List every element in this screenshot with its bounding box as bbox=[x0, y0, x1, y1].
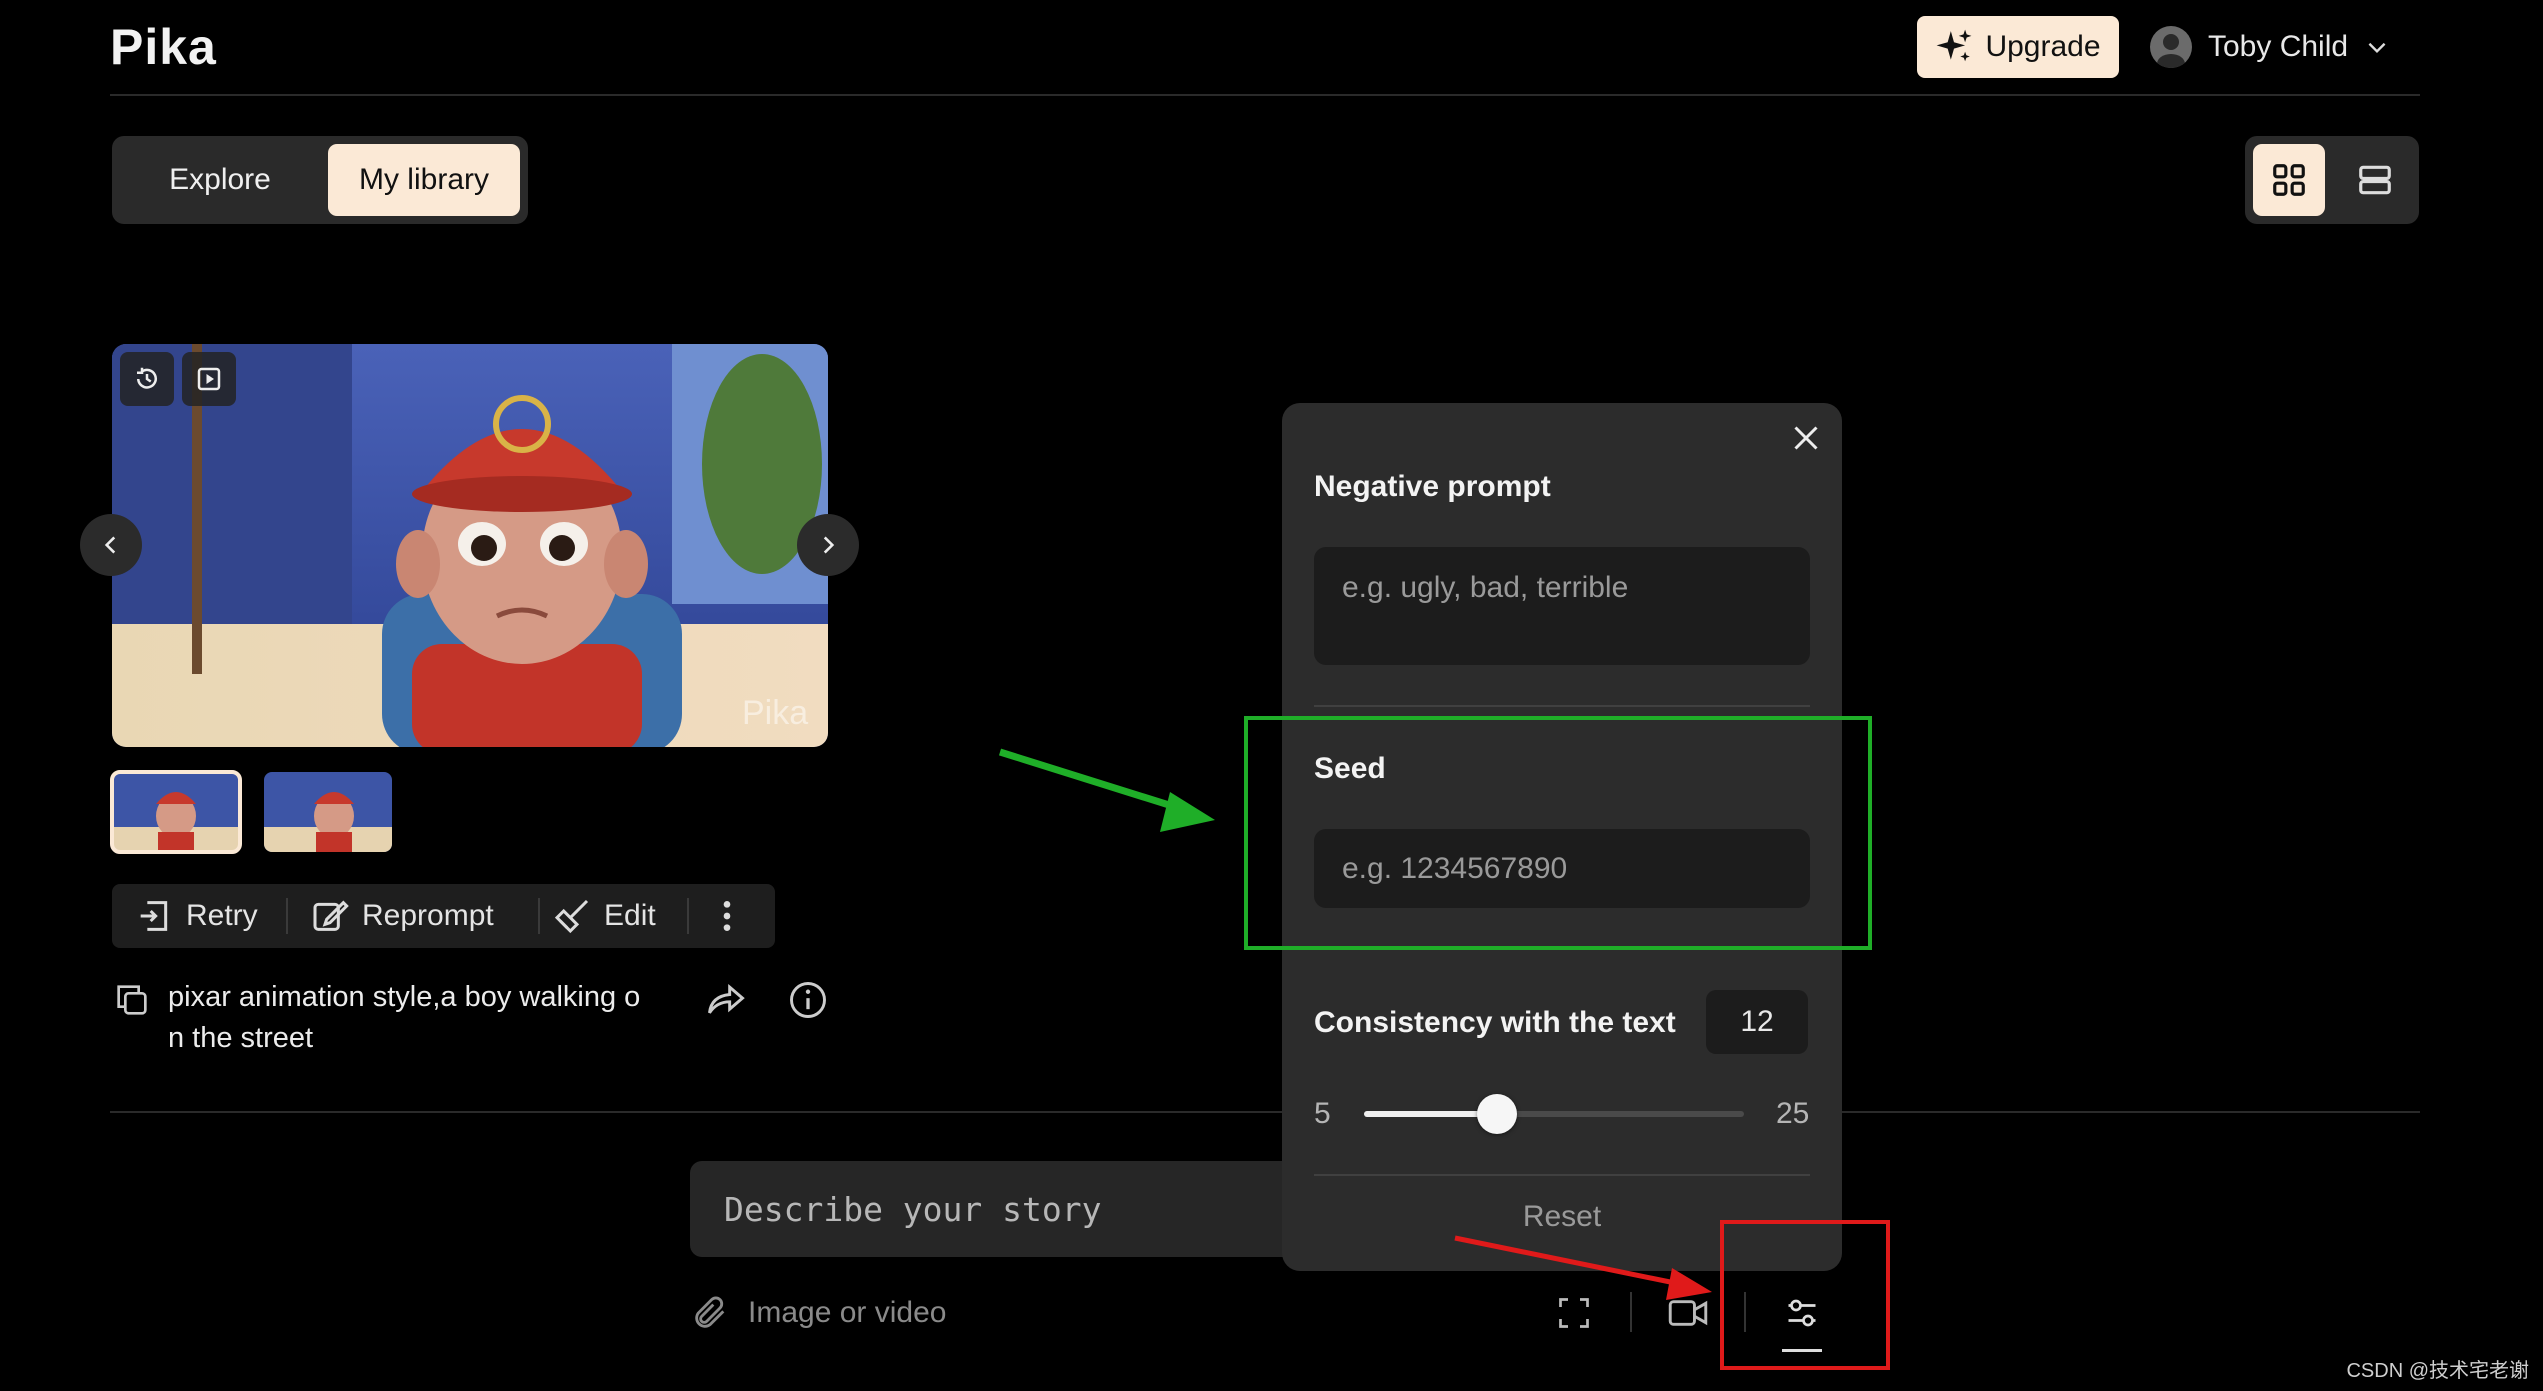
history-button[interactable] bbox=[120, 352, 174, 406]
action-divider bbox=[687, 898, 689, 934]
panel-divider bbox=[1314, 705, 1810, 707]
source-watermark: CSDN @技术宅老谢 bbox=[2346, 1360, 2529, 1382]
edit-note-icon bbox=[313, 900, 349, 931]
chevron-down-icon bbox=[2368, 42, 2386, 54]
slider-max-label: 25 bbox=[1776, 1097, 1810, 1130]
tab-explore[interactable]: Explore bbox=[120, 144, 320, 216]
retry-icon bbox=[140, 901, 168, 931]
share-button[interactable] bbox=[704, 978, 748, 1027]
negative-prompt-label: Negative prompt bbox=[1314, 470, 1551, 503]
reprompt-label: Reprompt bbox=[362, 899, 494, 932]
avatar bbox=[2150, 26, 2192, 68]
slider-min-label: 5 bbox=[1314, 1097, 1331, 1130]
upgrade-label: Upgrade bbox=[1985, 30, 2101, 63]
play-icon bbox=[197, 367, 221, 391]
grid-view-button[interactable] bbox=[2253, 144, 2325, 216]
list-icon bbox=[2359, 165, 2391, 195]
video-thumbnail[interactable] bbox=[110, 770, 242, 854]
edit-button[interactable]: Edit bbox=[552, 884, 656, 948]
library-tabs: Explore My library bbox=[112, 136, 528, 224]
history-icon bbox=[137, 367, 157, 389]
share-icon bbox=[708, 983, 745, 1014]
video-action-bar: Retry Reprompt Edit bbox=[112, 884, 775, 948]
consistency-value-input[interactable]: 12 bbox=[1706, 990, 1808, 1054]
user-name: Toby Child bbox=[2208, 30, 2349, 63]
thumbnail-image bbox=[112, 772, 240, 852]
chevron-left-icon bbox=[104, 536, 116, 554]
brush-icon bbox=[554, 899, 589, 934]
action-divider bbox=[286, 898, 288, 934]
copy-prompt-button[interactable] bbox=[112, 980, 152, 1025]
retry-button[interactable]: Retry bbox=[134, 884, 258, 948]
video-watermark: Pika bbox=[742, 694, 808, 732]
consistency-slider-thumb[interactable] bbox=[1477, 1094, 1517, 1134]
parameters-highlight-box bbox=[1720, 1220, 1890, 1370]
grid-icon bbox=[2273, 164, 2305, 196]
info-icon bbox=[790, 982, 826, 1018]
panel-divider bbox=[1314, 1174, 1810, 1176]
play-button[interactable] bbox=[182, 352, 236, 406]
retry-label: Retry bbox=[186, 899, 258, 932]
user-menu[interactable]: Toby Child bbox=[2150, 22, 2390, 72]
red-annotation-arrow bbox=[1454, 1235, 1712, 1300]
view-toggle bbox=[2245, 136, 2419, 224]
more-options-button[interactable] bbox=[717, 884, 737, 948]
copy-icon bbox=[117, 985, 147, 1015]
negative-prompt-placeholder: e.g. ugly, bad, terrible bbox=[1342, 571, 1629, 604]
prompt-text: pixar animation style,a boy walking o n … bbox=[168, 981, 641, 1054]
sparkle-icon bbox=[1937, 29, 1972, 62]
next-video-button[interactable] bbox=[797, 514, 859, 576]
video-thumbnail[interactable] bbox=[264, 772, 392, 852]
attach-label: Image or video bbox=[748, 1296, 947, 1329]
close-icon bbox=[1794, 426, 1818, 450]
chevron-right-icon bbox=[823, 536, 835, 554]
story-placeholder: Describe your story bbox=[724, 1189, 1102, 1229]
more-vertical-icon bbox=[723, 901, 731, 931]
list-view-button[interactable] bbox=[2339, 144, 2411, 216]
thumbnail-image bbox=[264, 772, 392, 852]
info-button[interactable] bbox=[786, 978, 830, 1027]
previous-video-button[interactable] bbox=[80, 514, 142, 576]
header-divider bbox=[110, 94, 2420, 96]
section-divider bbox=[110, 1111, 2420, 1113]
consistency-label: Consistency with the text bbox=[1314, 1006, 1676, 1039]
seed-highlight-box bbox=[1244, 716, 1872, 950]
tab-my-library[interactable]: My library bbox=[328, 144, 520, 216]
video-preview[interactable]: Pika bbox=[112, 344, 828, 747]
green-annotation-arrow bbox=[998, 748, 1215, 832]
close-panel-button[interactable] bbox=[1788, 420, 1824, 461]
pika-logo[interactable]: Pika bbox=[110, 18, 217, 76]
reprompt-button[interactable]: Reprompt bbox=[310, 884, 494, 948]
edit-label: Edit bbox=[604, 899, 656, 932]
upgrade-button[interactable]: Upgrade bbox=[1917, 16, 2119, 78]
action-divider bbox=[538, 898, 540, 934]
negative-prompt-input[interactable]: e.g. ugly, bad, terrible bbox=[1314, 547, 1810, 665]
attach-media-button[interactable]: Image or video bbox=[690, 1290, 946, 1336]
paperclip-icon bbox=[695, 1296, 725, 1328]
